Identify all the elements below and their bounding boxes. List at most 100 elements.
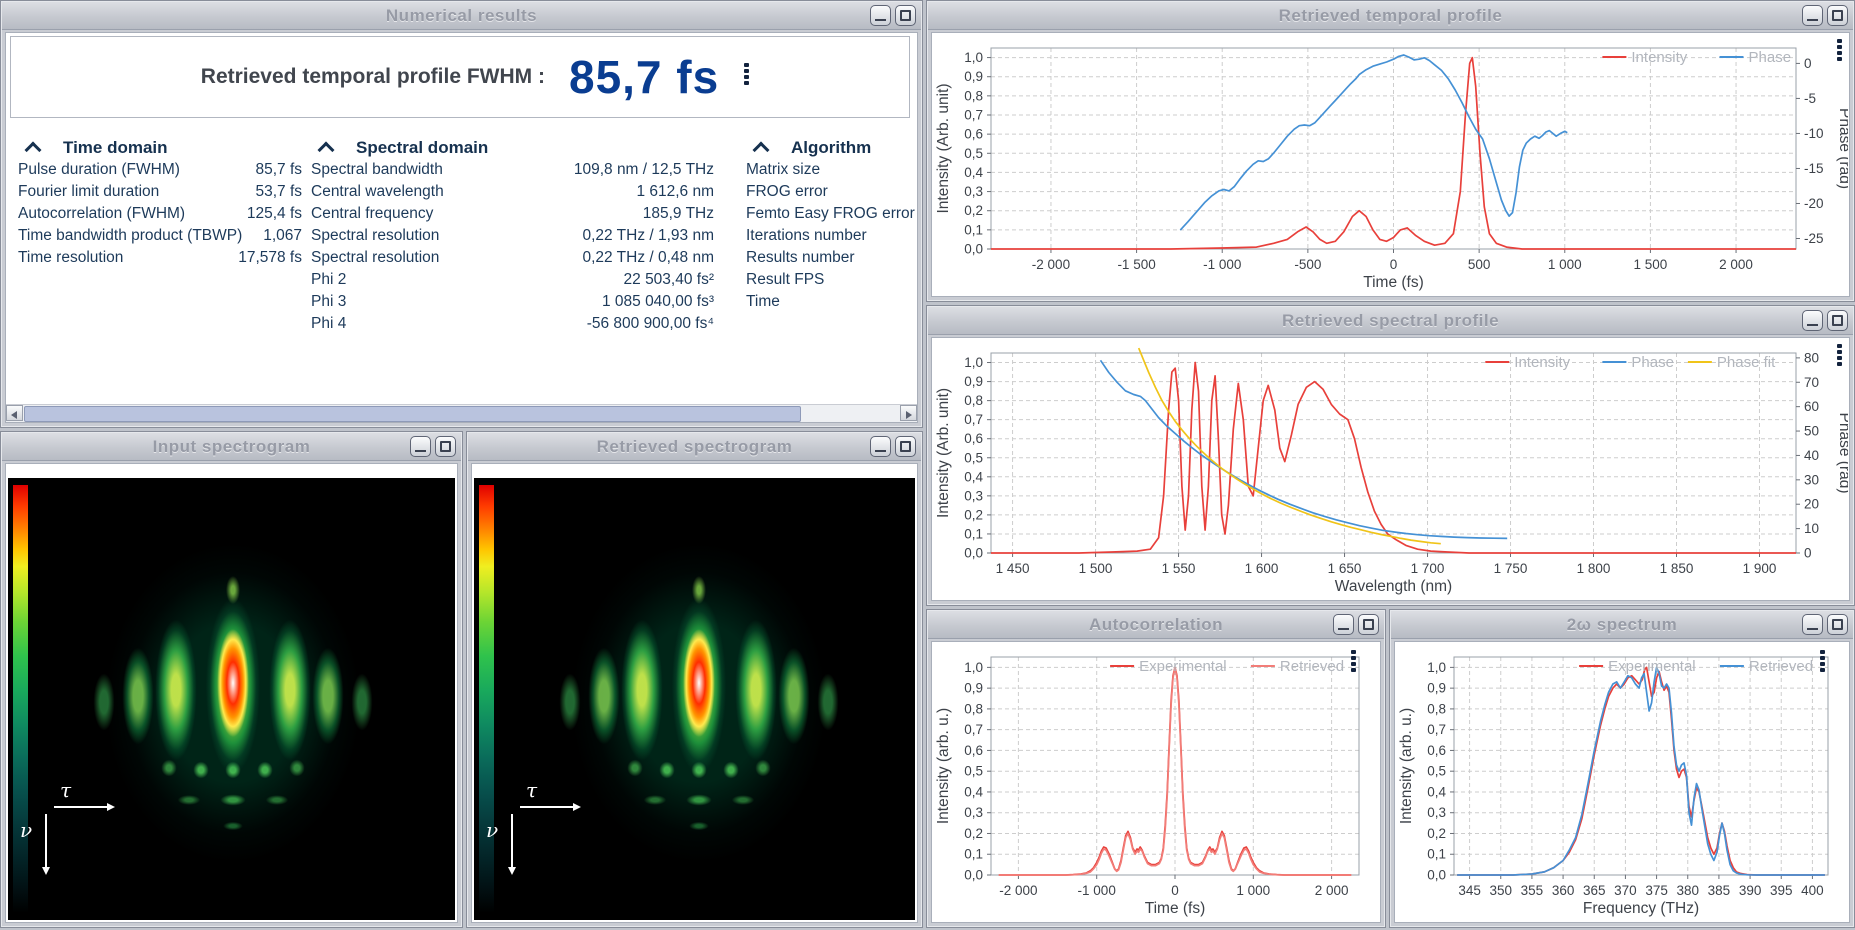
nu-axis-arrow-icon [45,814,47,868]
minimize-button[interactable] [1333,614,1354,635]
maximize-button[interactable] [435,436,456,457]
table-row: FROG error [746,183,918,205]
svg-text:1,0: 1,0 [964,50,983,65]
numerical-results-panel: Numerical results Retrieved temporal pro… [0,0,923,428]
row-label: Matrix size [746,161,820,183]
minimize-button[interactable] [1802,614,1823,635]
menu-dots-icon[interactable] [1820,650,1825,672]
svg-text:-20: -20 [1804,196,1824,211]
menu-dots-icon[interactable] [1837,344,1842,366]
maximize-button[interactable] [1358,614,1379,635]
algorithm-section: Algorithm Matrix sizeFROG errorFemto Eas… [746,135,918,315]
retrieved-spectrogram-titlebar: Retrieved spectrogram [468,433,921,461]
scroll-right-arrow[interactable] [900,405,917,421]
svg-text:Wavelength (nm): Wavelength (nm) [1335,578,1452,595]
svg-text:360: 360 [1552,883,1575,898]
maximize-button[interactable] [1827,614,1848,635]
row-label: Spectral resolution [311,227,439,249]
minimize-button[interactable] [1802,5,1823,26]
table-row: Time bandwidth product (TBWP)1,067 [18,227,302,249]
colorbar [13,485,28,913]
svg-text:0,5: 0,5 [1427,764,1446,779]
svg-text:-2 000: -2 000 [1032,257,1070,272]
spectral-profile-content: 1 4501 5001 5501 6001 6501 7001 7501 800… [931,337,1850,601]
section-header[interactable]: Spectral domain [311,135,714,161]
collapse-chevron-icon [25,142,42,159]
nu-axis-arrow-icon [511,814,513,868]
nu-axis-label: ν [486,818,498,842]
svg-text:0,4: 0,4 [964,784,983,799]
row-label: Phi 3 [311,293,346,315]
row-label: Result FPS [746,271,824,293]
autocorrelation-canvas: -2 000-1 00001 0002 0000,00,10,20,30,40,… [933,643,1379,921]
two-omega-spectrum-canvas: 3453503553603653703753803853903954000,00… [1396,643,1848,921]
collapse-chevron-icon [753,142,770,159]
two-omega-spectrum-chart: 3453503553603653703753803853903954000,00… [1396,643,1848,921]
svg-text:0,4: 0,4 [964,165,983,180]
tau-axis-arrow-icon [520,806,574,808]
table-row: Time resolution17,578 fs [18,249,302,271]
row-label: Time bandwidth product (TBWP) [18,227,242,249]
svg-text:1 750: 1 750 [1494,561,1528,576]
minimize-button[interactable] [1802,310,1823,331]
section-header[interactable]: Time domain [18,135,302,161]
scrollbar-thumb[interactable] [24,406,801,422]
autocorrelation-titlebar: Autocorrelation [928,611,1384,639]
svg-text:Retrieved: Retrieved [1749,658,1813,675]
svg-text:0,7: 0,7 [1427,722,1446,737]
maximize-button[interactable] [895,436,916,457]
numerical-results-content: Retrieved temporal profile FWHM : 85,7 f… [5,32,918,423]
row-label: Fourier limit duration [18,183,159,205]
svg-text:0,7: 0,7 [964,722,983,737]
section-header[interactable]: Algorithm [746,135,918,161]
spectral-domain-rows: Spectral bandwidth109,8 nm / 12,5 THzCen… [311,161,714,337]
table-row: Femto Easy FROG error [746,205,918,227]
svg-text:0,7: 0,7 [964,412,983,427]
svg-text:0,7: 0,7 [964,108,983,123]
time-domain-rows: Pulse duration (FWHM)85,7 fsFourier limi… [18,161,302,271]
temporal-profile-panel: Retrieved temporal profile -2 000-1 500-… [926,0,1855,302]
svg-text:-500: -500 [1294,257,1321,272]
svg-text:385: 385 [1708,883,1731,898]
svg-text:0,2: 0,2 [964,203,983,218]
svg-text:0,9: 0,9 [964,374,983,389]
input-spectrogram-titlebar: Input spectrogram [2,433,461,461]
maximize-button[interactable] [1827,5,1848,26]
menu-dots-icon[interactable] [744,63,749,85]
svg-text:370: 370 [1614,883,1637,898]
svg-text:0,2: 0,2 [964,826,983,841]
fwhm-result-box: Retrieved temporal profile FWHM : 85,7 f… [10,36,910,118]
horizontal-scrollbar[interactable] [6,404,917,422]
svg-text:Frequency (THz): Frequency (THz) [1583,900,1699,917]
svg-text:-25: -25 [1804,231,1824,246]
frog-trace-image [8,478,455,920]
table-row: Central wavelength1 612,6 nm [311,183,714,205]
svg-text:1 700: 1 700 [1411,561,1445,576]
svg-text:1 000: 1 000 [1236,883,1270,898]
fwhm-value: 85,7 fs [569,50,719,104]
temporal-profile-titlebar: Retrieved temporal profile [928,2,1853,30]
maximize-button[interactable] [895,5,916,26]
retrieved-spectrogram-panel: Retrieved spectrogram τ ν [466,431,923,928]
svg-text:390: 390 [1739,883,1762,898]
maximize-button[interactable] [1827,310,1848,331]
svg-text:1 550: 1 550 [1162,561,1196,576]
menu-dots-icon[interactable] [1351,650,1356,672]
minimize-button[interactable] [870,5,891,26]
svg-text:0,3: 0,3 [1427,805,1446,820]
svg-text:500: 500 [1468,257,1491,272]
scroll-left-arrow[interactable] [6,405,23,421]
svg-text:Time (fs): Time (fs) [1363,274,1424,291]
minimize-button[interactable] [870,436,891,457]
svg-text:10: 10 [1804,521,1819,536]
svg-text:1 450: 1 450 [996,561,1030,576]
menu-dots-icon[interactable] [1837,39,1842,61]
two-omega-spectrum-content: 3453503553603653703753803853903954000,00… [1394,641,1850,923]
collapse-chevron-icon [318,142,335,159]
svg-text:-2 000: -2 000 [999,883,1037,898]
svg-text:-10: -10 [1804,126,1824,141]
section-title: Spectral domain [356,138,488,158]
svg-text:0,8: 0,8 [964,88,983,103]
minimize-button[interactable] [410,436,431,457]
row-value: 1 612,6 nm [636,183,714,205]
